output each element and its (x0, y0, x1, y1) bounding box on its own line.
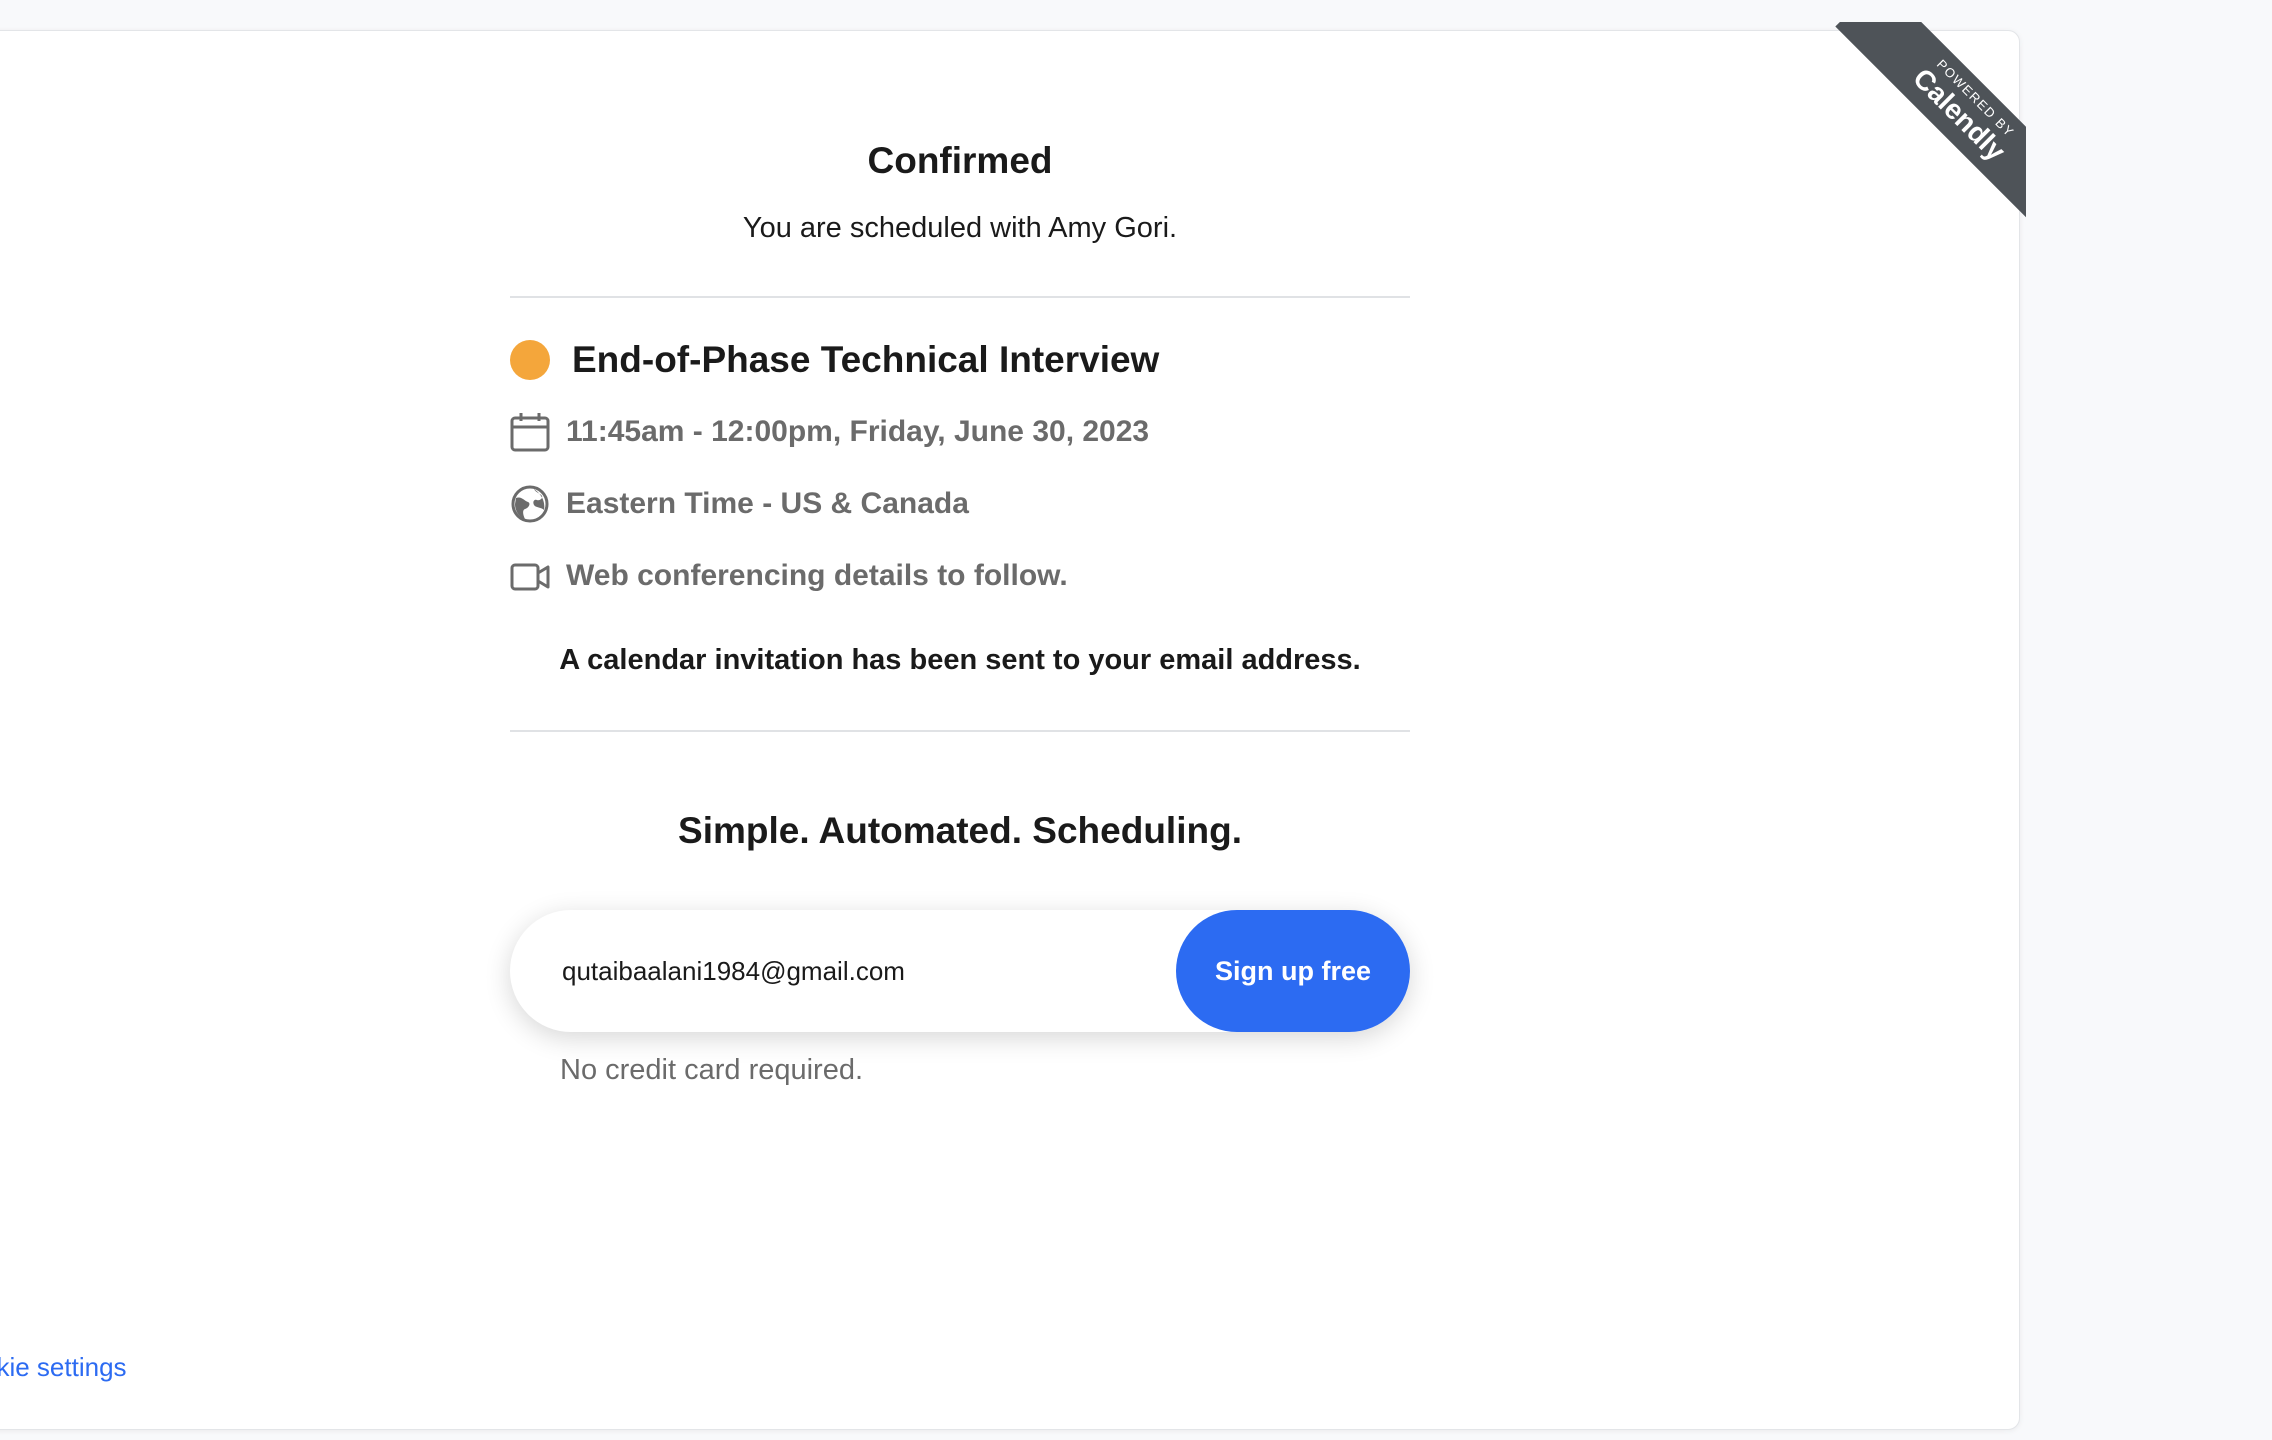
sign-up-button[interactable]: Sign up free (1176, 910, 1410, 1032)
event-color-dot (510, 340, 550, 380)
event-time-row: 11:45am - 12:00pm, Friday, June 30, 2023 (510, 410, 1410, 454)
top-divider (510, 296, 1410, 298)
event-time-text: 11:45am - 12:00pm, Friday, June 30, 2023 (566, 415, 1150, 448)
bottom-divider (510, 730, 1410, 732)
cookie-settings-link[interactable]: okie settings (0, 1352, 127, 1383)
calendly-badge[interactable]: POWERED BY Calendly (1835, 22, 2026, 232)
promo-title: Simple. Automated. Scheduling. (678, 810, 1242, 851)
signup-form: Sign up free (510, 910, 1410, 1032)
event-name: End-of-Phase Technical Interview (572, 339, 1160, 380)
video-icon (510, 556, 550, 596)
scheduled-with-text: You are scheduled with Amy Gori. (742, 212, 1178, 244)
no-credit-card-note: No credit card required. (560, 1054, 864, 1086)
conferencing-row: Web conferencing details to follow. (510, 554, 1410, 598)
calendar-icon (510, 412, 550, 452)
event-title-row: End-of-Phase Technical Interview (510, 335, 1410, 385)
timezone-row: Eastern Time - US & Canada (510, 482, 1410, 526)
email-input[interactable] (562, 941, 1142, 1001)
timezone-text: Eastern Time - US & Canada (566, 487, 969, 520)
globe-icon (510, 484, 550, 524)
powered-by-ribbon[interactable]: POWERED BY Calendly (1816, 22, 2026, 232)
conferencing-text: Web conferencing details to follow. (566, 559, 1068, 592)
calendar-invite-note: A calendar invitation has been sent to y… (559, 644, 1361, 676)
page-title: Confirmed (867, 140, 1053, 181)
